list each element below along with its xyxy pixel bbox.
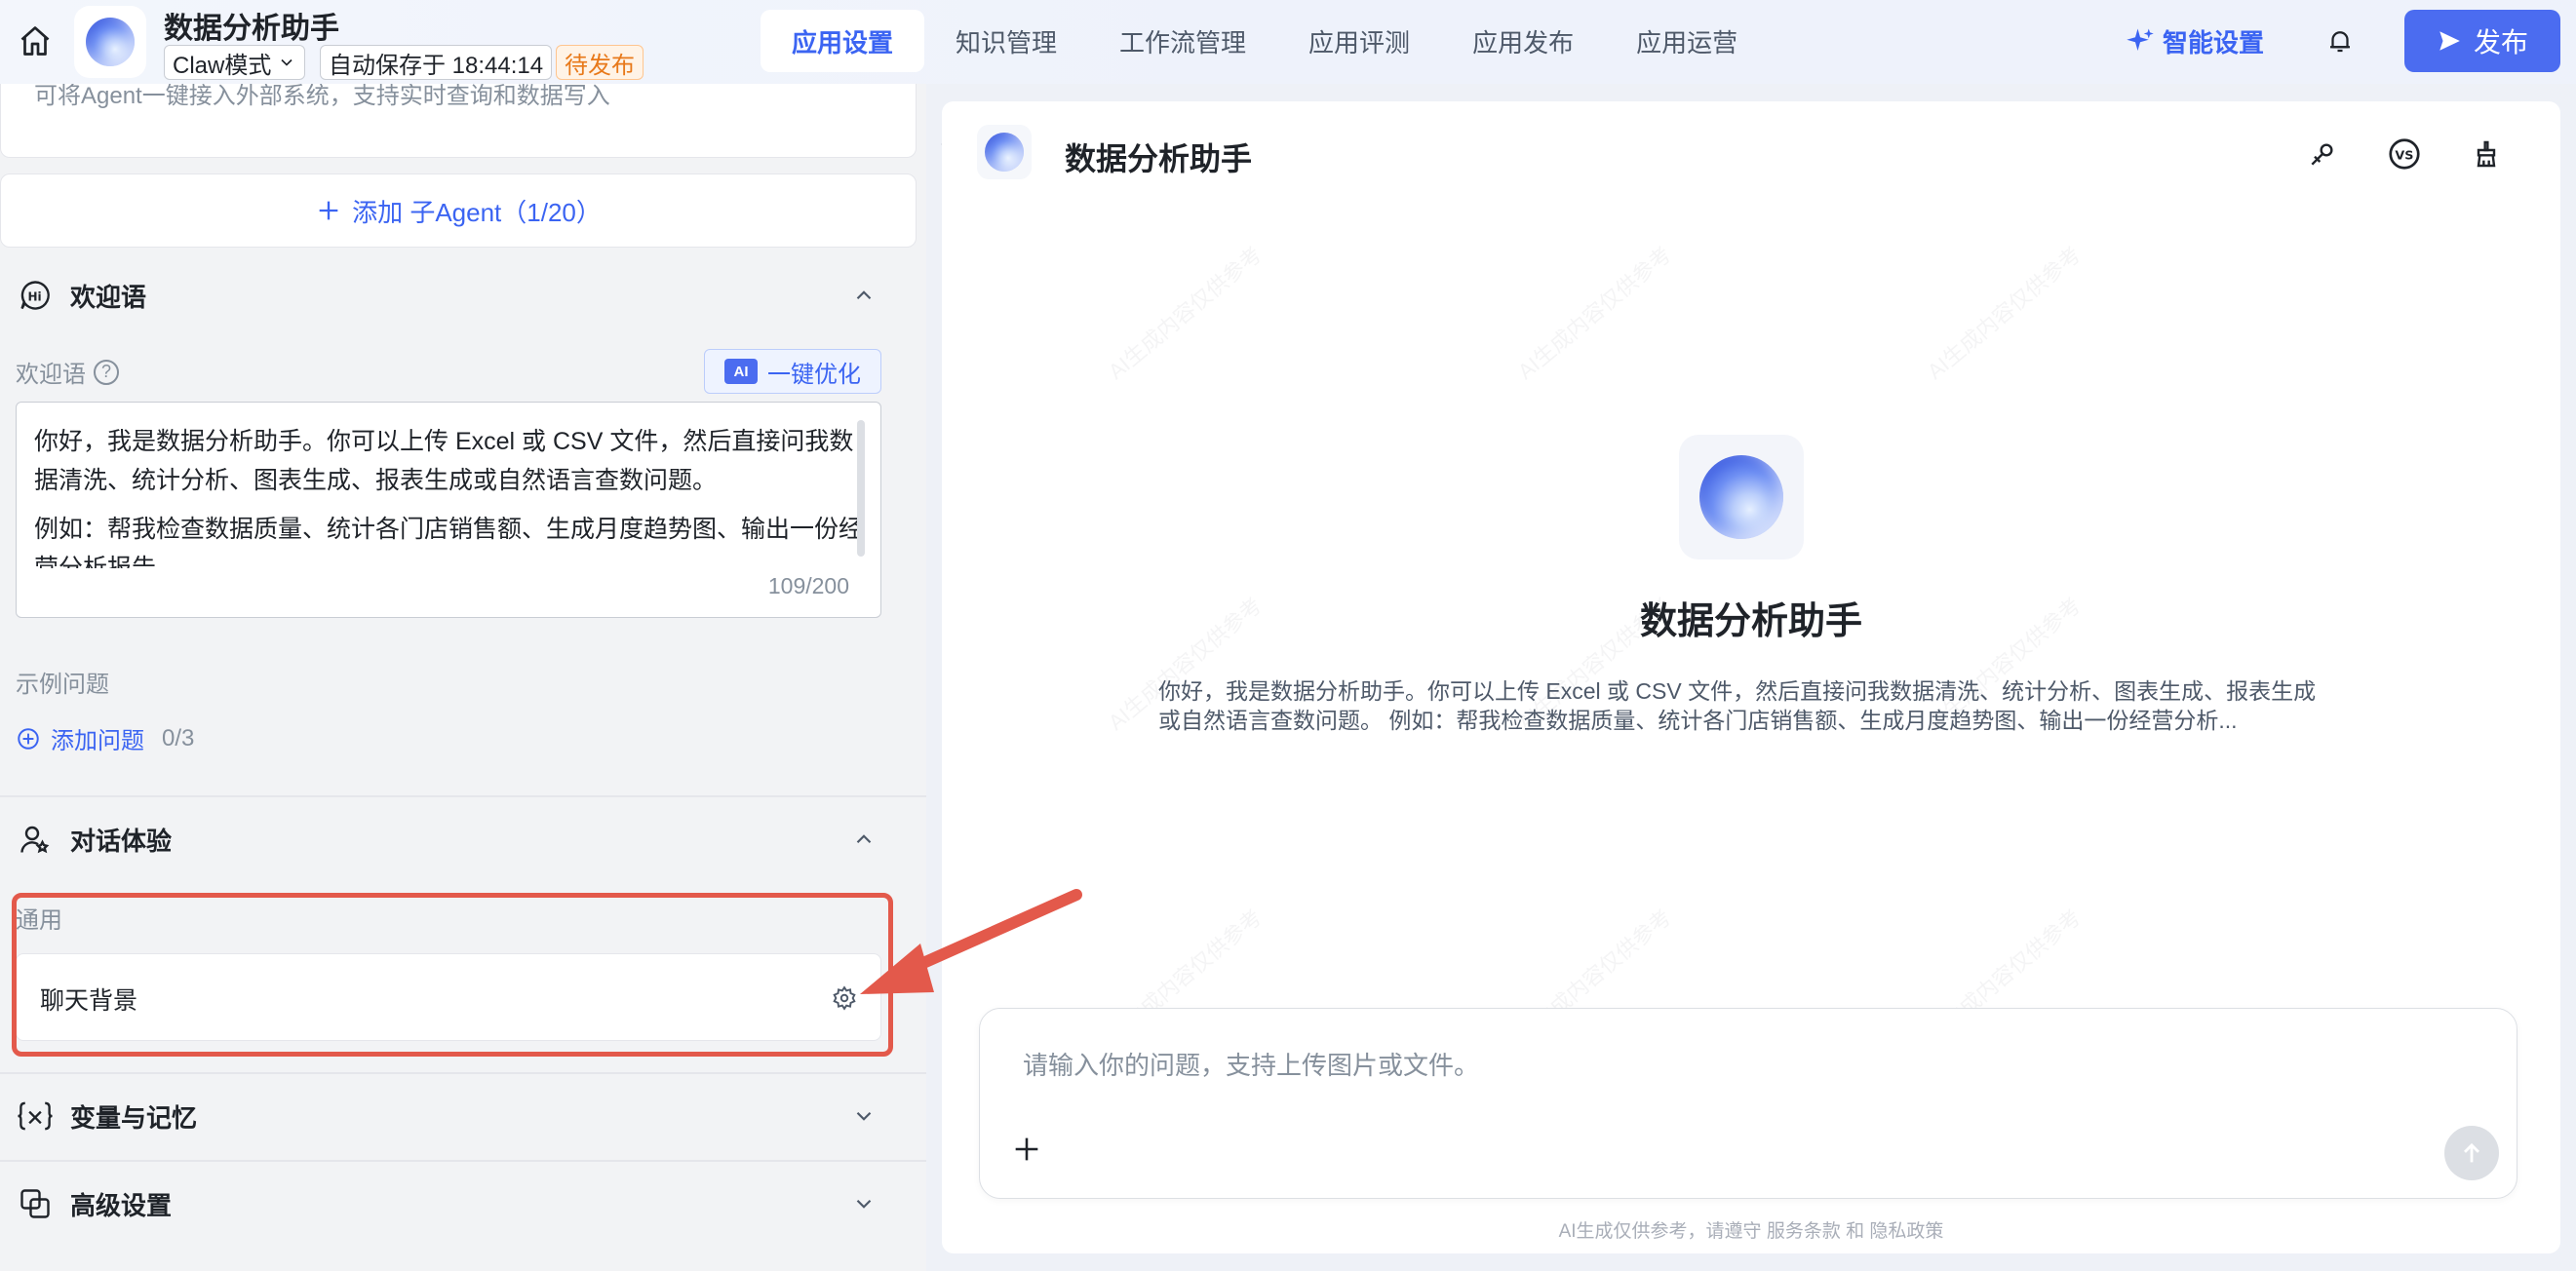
tab-evaluation[interactable]: 应用评测: [1277, 10, 1441, 72]
welcome-paragraph: 你好，我是数据分析助手。你可以上传 Excel 或 CSV 文件，然后直接问我数…: [34, 428, 854, 494]
chevron-down-icon[interactable]: [848, 1188, 879, 1219]
mode-label: Claw模式: [173, 52, 272, 79]
dialog-section-header[interactable]: 对话体验: [0, 805, 926, 873]
add-question-button[interactable]: 添加问题 0/3: [16, 721, 194, 755]
bell-icon[interactable]: [2321, 21, 2360, 60]
autosave-status: 自动保存于 18:44:14: [320, 45, 553, 80]
tab-workflow[interactable]: 工作流管理: [1088, 10, 1277, 72]
general-label: 通用: [16, 907, 62, 934]
examples-label: 示例问题: [16, 672, 109, 698]
scrollbar[interactable]: [857, 420, 865, 557]
compare-vs-icon[interactable]: VS: [2385, 135, 2424, 173]
ai-icon: AI: [724, 359, 758, 384]
welcome-text: 你好，我是数据分析助手。你可以上传 Excel 或 CSV 文件，然后直接问我数…: [34, 422, 871, 568]
send-arrow-icon[interactable]: [2444, 1126, 2499, 1180]
variable-icon: [16, 1097, 55, 1136]
nav-tabs: 应用设置 知识管理 工作流管理 应用评测 应用发布 应用运营: [761, 10, 1769, 72]
smart-settings-button[interactable]: 智能设置: [2126, 21, 2264, 60]
tab-knowledge[interactable]: 知识管理: [924, 10, 1088, 72]
publish-button[interactable]: 发布: [2404, 10, 2560, 72]
section-title: 变量与记忆: [70, 1102, 198, 1133]
send-icon: [2439, 31, 2460, 51]
chat-background-label: 聊天背景: [40, 987, 138, 1015]
chevron-down-icon: [281, 58, 293, 66]
svg-text:Hi: Hi: [28, 289, 42, 303]
section-title: 对话体验: [70, 826, 173, 856]
agent-description: 可将Agent一键接入外部系统，支持实时查询和数据写入: [34, 84, 610, 109]
tab-operation[interactable]: 应用运营: [1605, 10, 1769, 72]
top-bar: 数据分析助手 Claw模式 自动保存于 18:44:14 待发布 应用设置 知识…: [0, 0, 2576, 84]
chat-background-setting[interactable]: 聊天背景: [16, 953, 881, 1041]
optimize-label: 一键优化: [767, 361, 861, 388]
advanced-section-header[interactable]: 高级设置: [0, 1170, 926, 1238]
char-count: 109/200: [767, 573, 849, 598]
watermark: AI生成内容仅供参考: [1512, 242, 1676, 384]
section-title: 高级设置: [70, 1190, 173, 1220]
gear-icon[interactable]: [828, 982, 861, 1015]
assistant-welcome: 你好，我是数据分析助手。你可以上传 Excel 或 CSV 文件，然后直接问我数…: [1158, 678, 2317, 733]
publish-label: 发布: [2473, 27, 2528, 58]
assistant-name: 数据分析助手: [1639, 601, 1862, 642]
user-settings-icon: [16, 820, 55, 859]
sparkle-icon: [2127, 28, 2154, 51]
divider: [0, 795, 926, 797]
welcome-paragraph: 例如：帮我检查数据质量、统计各门店销售额、生成月度趋势图、输出一份经营分析报告。: [34, 516, 864, 568]
preview-title: 数据分析助手: [1065, 141, 1253, 176]
smart-settings-label: 智能设置: [2163, 27, 2265, 58]
app-logo: [74, 6, 146, 78]
variables-section-header[interactable]: 变量与记忆: [0, 1082, 926, 1150]
status-badge: 待发布: [556, 45, 644, 80]
preview-avatar: [977, 125, 1032, 179]
section-title: 欢迎语: [70, 282, 147, 312]
plus-circle-icon: [18, 727, 39, 750]
debug-icon[interactable]: [2303, 135, 2342, 173]
config-panel: 可将Agent一键接入外部系统，支持实时查询和数据写入 添加 子Agent（1/…: [0, 84, 926, 1271]
tab-app-settings[interactable]: 应用设置: [761, 10, 925, 72]
assistant-logo: [1679, 435, 1804, 559]
advanced-settings-icon: [16, 1184, 55, 1223]
welcome-textarea[interactable]: 你好，我是数据分析助手。你可以上传 Excel 或 CSV 文件，然后直接问我数…: [16, 402, 881, 618]
app-title: 数据分析助手: [164, 13, 339, 45]
welcome-field-label: 欢迎语 ?: [16, 355, 119, 389]
add-subagent-label: 添加 子Agent（1/20）: [352, 197, 602, 227]
watermark: AI生成内容仅供参考: [1922, 242, 2086, 384]
question-count: 0/3: [162, 724, 195, 751]
mode-select[interactable]: Claw模式: [164, 45, 306, 80]
agent-description-card: 可将Agent一键接入外部系统，支持实时查询和数据写入: [0, 84, 917, 158]
watermark: AI生成内容仅供参考: [1103, 242, 1267, 384]
add-subagent-button[interactable]: 添加 子Agent（1/20）: [0, 173, 917, 248]
divider: [0, 1072, 926, 1074]
home-icon[interactable]: [16, 21, 55, 60]
chevron-up-icon[interactable]: [848, 280, 879, 311]
chevron-up-icon[interactable]: [848, 824, 879, 855]
clear-chat-icon[interactable]: [2467, 135, 2506, 173]
hi-icon: Hi: [16, 276, 55, 315]
svg-text:VS: VS: [2395, 148, 2413, 163]
help-icon[interactable]: ?: [94, 359, 119, 385]
one-click-optimize-button[interactable]: AI 一键优化: [704, 349, 881, 394]
preview-panel: AI生成内容仅供参考 AI生成内容仅供参考 AI生成内容仅供参考 AI生成内容仅…: [942, 101, 2560, 1253]
chat-input-box[interactable]: 请输入你的问题，支持上传图片或文件。: [979, 1008, 2517, 1199]
welcome-section-header[interactable]: Hi 欢迎语: [0, 261, 926, 329]
add-question-label: 添加问题: [51, 728, 144, 754]
divider: [0, 1160, 926, 1162]
plus-icon: [319, 201, 338, 220]
ai-disclaimer: AI生成仅供参考，请遵守 服务条款 和 隐私政策: [1558, 1221, 1944, 1242]
tab-release[interactable]: 应用发布: [1441, 10, 1605, 72]
welcome-label-text: 欢迎语: [16, 362, 86, 388]
attach-plus-icon[interactable]: [1003, 1126, 1050, 1173]
chevron-down-icon[interactable]: [848, 1100, 879, 1132]
chat-input-placeholder[interactable]: 请输入你的问题，支持上传图片或文件。: [1023, 1046, 1479, 1082]
